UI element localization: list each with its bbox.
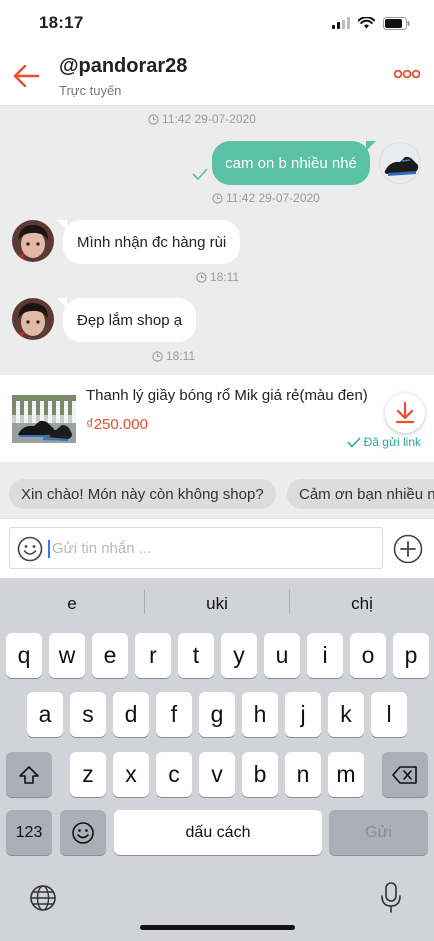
on-screen-keyboard: e uki chị qwertyuiop asdfghjkl zxcvbnm 1…: [0, 578, 434, 941]
emoji-icon: [72, 821, 94, 844]
contact-avatar-image: [12, 220, 54, 262]
input-placeholder: Gửi tin nhắn ...: [52, 540, 152, 557]
clock-icon: [212, 192, 223, 204]
clock-icon: [152, 350, 163, 362]
key-f[interactable]: f: [156, 692, 192, 737]
space-key[interactable]: dấu cách: [114, 810, 322, 855]
back-arrow-icon[interactable]: [12, 63, 40, 89]
sent-check-icon: [192, 168, 208, 180]
key-o[interactable]: o: [350, 633, 386, 678]
own-avatar: [379, 142, 421, 184]
shoe-avatar-image: [380, 143, 420, 183]
numbers-key[interactable]: 123: [6, 810, 52, 855]
key-c[interactable]: c: [156, 752, 192, 797]
key-m[interactable]: m: [328, 752, 364, 797]
product-card[interactable]: Thanh lý giầy bóng rổ Mik giá rẻ(màu đen…: [0, 375, 434, 462]
outgoing-timestamp: 11:42 29-07-2020: [212, 191, 320, 205]
emoji-keyboard-key[interactable]: [60, 810, 106, 855]
message-timestamp: 11:42 29-07-2020: [148, 112, 256, 126]
contact-avatar[interactable]: [12, 220, 54, 262]
signal-icon: [332, 17, 350, 29]
key-k[interactable]: k: [328, 692, 364, 737]
key-g[interactable]: g: [199, 692, 235, 737]
key-t[interactable]: t: [178, 633, 214, 678]
battery-icon: [383, 16, 410, 30]
key-j[interactable]: j: [285, 692, 321, 737]
key-q[interactable]: q: [6, 633, 42, 678]
suggestion-word[interactable]: e: [0, 586, 144, 622]
key-y[interactable]: y: [221, 633, 257, 678]
contact-avatar-image: [12, 298, 54, 340]
key-w[interactable]: w: [49, 633, 85, 678]
key-x[interactable]: x: [113, 752, 149, 797]
suggestion-word[interactable]: chị: [290, 586, 434, 622]
status-bar: 18:17: [0, 0, 434, 46]
check-icon: [347, 436, 361, 448]
wifi-icon: [358, 17, 375, 29]
key-d[interactable]: d: [113, 692, 149, 737]
contact-avatar[interactable]: [12, 298, 54, 340]
quick-replies[interactable]: Xin chào! Món này còn không shop? Cảm ơn…: [0, 472, 434, 516]
quick-reply-chip[interactable]: Cảm ơn bạn nhiều nhé: [287, 479, 434, 509]
outgoing-message-bubble[interactable]: cam on b nhiều nhé: [212, 141, 376, 185]
incoming-timestamp: 18:11: [152, 349, 195, 363]
key-i[interactable]: i: [307, 633, 343, 678]
clock-icon: [196, 271, 207, 283]
more-options-icon[interactable]: [394, 68, 420, 80]
key-l[interactable]: l: [371, 692, 407, 737]
message-input[interactable]: Gửi tin nhắn ...: [9, 527, 383, 569]
message-input-bar: Gửi tin nhắn ...: [0, 518, 434, 578]
key-b[interactable]: b: [242, 752, 278, 797]
chat-username: @pandorar28: [59, 55, 188, 77]
add-attachment-icon[interactable]: [393, 534, 423, 564]
product-price: ₫250.000: [86, 416, 148, 433]
shift-icon: [19, 765, 39, 784]
backspace-icon: [392, 765, 417, 784]
quick-reply-chip[interactable]: Xin chào! Món này còn không shop?: [9, 479, 276, 509]
key-s[interactable]: s: [70, 692, 106, 737]
home-indicator: [140, 925, 295, 930]
sent-link-status: Đã gửi link: [347, 435, 421, 449]
key-z[interactable]: z: [70, 752, 106, 797]
key-r[interactable]: r: [135, 633, 171, 678]
send-key[interactable]: Gửi: [329, 810, 428, 855]
backspace-key[interactable]: [382, 752, 428, 797]
product-name: Thanh lý giầy bóng rổ Mik giá rẻ(màu đen…: [86, 387, 368, 404]
incoming-message-text: Đẹp lắm shop ạ: [77, 311, 183, 329]
suggestion-word[interactable]: uki: [145, 586, 289, 622]
incoming-message-bubble[interactable]: Đẹp lắm shop ạ: [56, 298, 197, 342]
globe-icon[interactable]: [29, 884, 57, 912]
product-thumbnail: [12, 395, 76, 443]
online-status: Trực tuyến: [59, 83, 122, 98]
incoming-message-bubble[interactable]: Mình nhận đc hàng rùi: [56, 220, 241, 264]
microphone-icon[interactable]: [380, 882, 402, 914]
status-time: 18:17: [39, 13, 84, 32]
text-caret: [48, 540, 50, 558]
key-h[interactable]: h: [242, 692, 278, 737]
key-p[interactable]: p: [393, 633, 429, 678]
shift-key[interactable]: [6, 752, 52, 797]
emoji-icon[interactable]: [17, 536, 43, 562]
incoming-message-text: Mình nhận đc hàng rùi: [77, 233, 227, 251]
key-u[interactable]: u: [264, 633, 300, 678]
download-button[interactable]: [385, 393, 425, 433]
product-image: [12, 395, 76, 443]
key-e[interactable]: e: [92, 633, 128, 678]
status-icons: [332, 15, 410, 31]
key-a[interactable]: a: [27, 692, 63, 737]
clock-icon: [148, 113, 159, 125]
key-n[interactable]: n: [285, 752, 321, 797]
download-icon: [395, 402, 415, 424]
key-v[interactable]: v: [199, 752, 235, 797]
incoming-timestamp: 18:11: [196, 270, 239, 284]
outgoing-message-text: cam on b nhiều nhé: [225, 154, 357, 172]
chat-header: @pandorar28 Trực tuyến: [0, 46, 434, 106]
